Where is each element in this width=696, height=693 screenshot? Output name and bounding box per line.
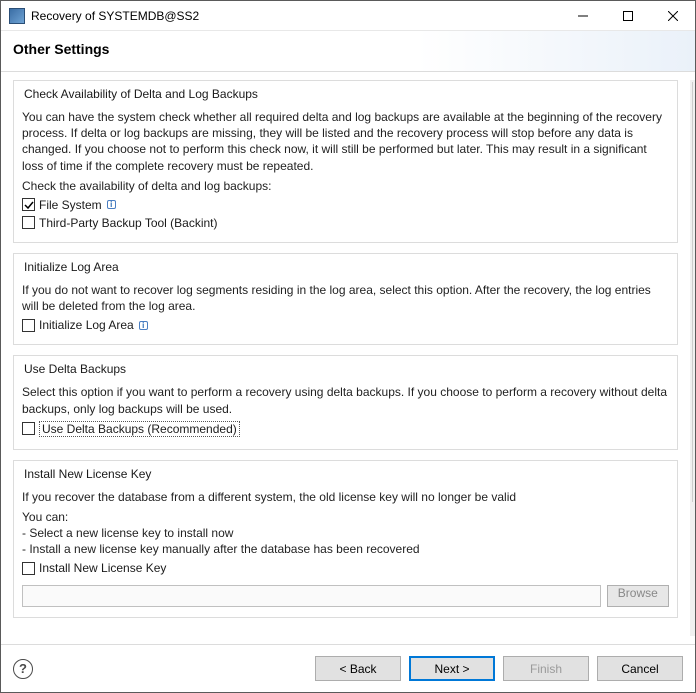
file-system-label: File System [39,198,102,212]
use-delta-label: Use Delta Backups (Recommended) [39,421,240,437]
license-line3: - Select a new license key to install no… [22,525,669,541]
content: Check Availability of Delta and Log Back… [9,80,690,636]
info-icon[interactable]: i [107,200,116,209]
third-party-label: Third-Party Backup Tool (Backint) [39,216,218,230]
third-party-checkbox[interactable] [22,216,35,229]
maximize-button[interactable] [605,1,650,30]
wizard-footer: ? < Back Next > Finish Cancel [1,644,695,692]
group-initialize-log: Initialize Log Area If you do not want t… [13,253,678,345]
file-system-checkbox[interactable] [22,198,35,211]
group-description: Select this option if you want to perfor… [22,384,669,416]
browse-button: Browse [607,585,669,607]
back-button[interactable]: < Back [315,656,401,681]
help-icon[interactable]: ? [13,659,33,679]
titlebar: Recovery of SYSTEMDB@SS2 [1,1,695,31]
group-delta-backups: Use Delta Backups Select this option if … [13,355,678,449]
group-description: You can have the system check whether al… [22,109,669,174]
scrollbar-thumb[interactable] [692,82,693,502]
group-description: If you do not want to recover log segmen… [22,282,669,314]
use-delta-row[interactable]: Use Delta Backups (Recommended) [22,421,669,437]
dialog-window: Recovery of SYSTEMDB@SS2 Other Settings … [0,0,696,693]
license-input-row: Browse [22,585,669,607]
group-legend: Initialize Log Area [20,260,123,274]
license-line1: If you recover the database from a diffe… [22,489,669,505]
cancel-button[interactable]: Cancel [597,656,683,681]
next-button[interactable]: Next > [409,656,495,681]
initialize-log-label: Initialize Log Area [39,318,134,332]
group-legend: Check Availability of Delta and Log Back… [20,87,262,101]
install-license-checkbox[interactable] [22,562,35,575]
close-button[interactable] [650,1,695,30]
group-legend: Install New License Key [20,467,155,481]
initialize-log-row[interactable]: Initialize Log Area i [22,318,669,332]
install-license-label: Install New License Key [39,561,166,575]
group-license-key: Install New License Key If you recover t… [13,460,678,619]
info-icon[interactable]: i [139,321,148,330]
body: Check Availability of Delta and Log Back… [1,72,695,644]
use-delta-checkbox[interactable] [22,422,35,435]
vertical-scrollbar[interactable] [690,80,695,636]
wizard-header: Other Settings [1,31,695,72]
window-title: Recovery of SYSTEMDB@SS2 [31,9,199,23]
page-title: Other Settings [13,41,683,57]
group-check-backups: Check Availability of Delta and Log Back… [13,80,678,243]
check-prompt: Check the availability of delta and log … [22,178,669,194]
license-line2: You can: [22,509,669,525]
license-path-input [22,585,601,607]
initialize-log-checkbox[interactable] [22,319,35,332]
minimize-button[interactable] [560,1,605,30]
third-party-row[interactable]: Third-Party Backup Tool (Backint) [22,216,669,230]
install-license-row[interactable]: Install New License Key [22,561,669,575]
file-system-row[interactable]: File System i [22,198,669,212]
license-line4: - Install a new license key manually aft… [22,541,669,557]
check-icon [24,200,34,210]
finish-button: Finish [503,656,589,681]
group-legend: Use Delta Backups [20,362,130,376]
app-icon [9,8,25,24]
